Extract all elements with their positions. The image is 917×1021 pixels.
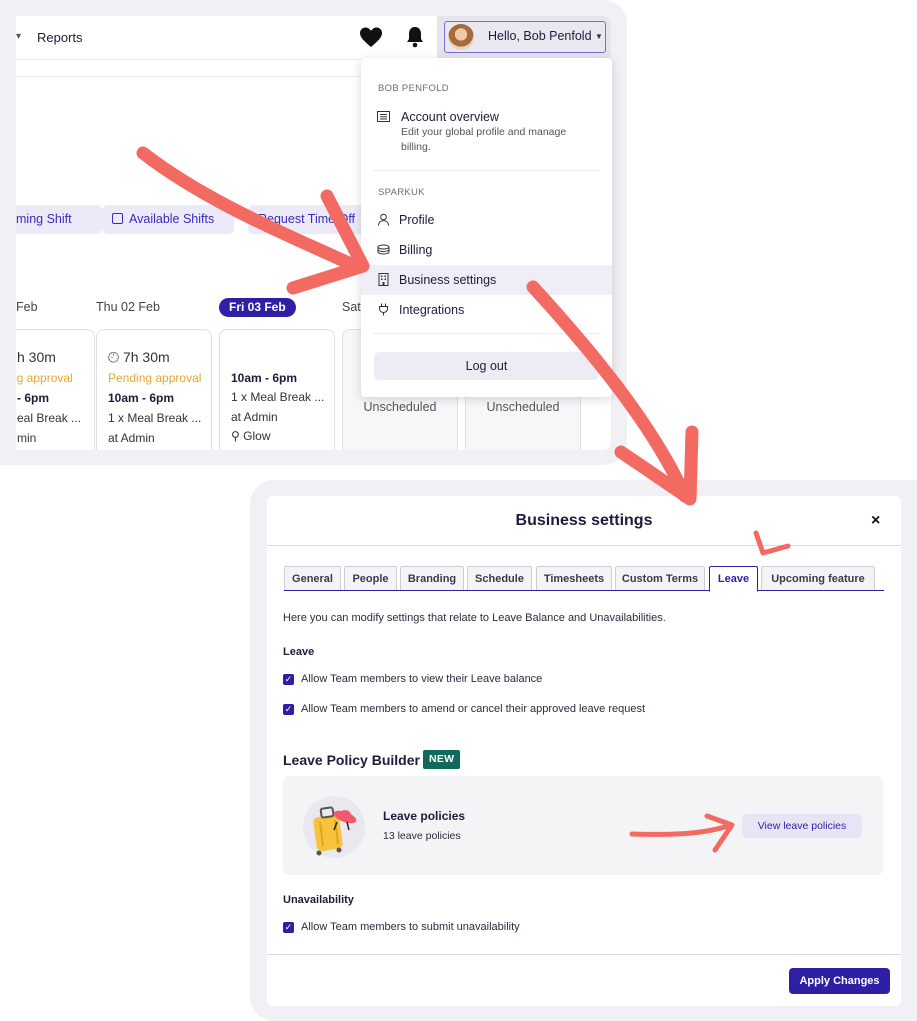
bell-icon[interactable] — [405, 25, 425, 49]
shift-status: Pending approval — [108, 371, 202, 385]
divider — [373, 333, 600, 334]
tab-schedule[interactable]: Schedule — [467, 566, 532, 590]
settings-tabs: General People Branding Schedule Timeshe… — [284, 566, 884, 592]
shift-site: ⚲ Glow — [231, 429, 270, 443]
close-icon[interactable]: × — [871, 512, 880, 530]
apply-changes-button[interactable]: Apply Changes — [789, 968, 890, 994]
unscheduled-label: Unscheduled — [363, 400, 437, 414]
request-time-off-button[interactable]: Request Time Off — [248, 205, 378, 234]
shift-duration-value: 7h 30m — [122, 349, 170, 365]
upcoming-shift-label: ming Shift — [16, 212, 72, 226]
leave-policies-title: Leave policies — [383, 809, 466, 823]
calendar-icon — [112, 213, 123, 224]
suitcase-illustration — [303, 796, 365, 858]
tab-people[interactable]: People — [344, 566, 397, 590]
user-menu: Hello, Bob Penfold ▼ — [437, 16, 611, 60]
billing-item[interactable]: Billing — [361, 235, 612, 265]
checkbox-checked[interactable]: ✓ — [283, 922, 294, 933]
shift-card[interactable]: 10am - 6pm 1 x Meal Break ... at Admin ⚲… — [219, 329, 335, 450]
profile-label: Profile — [399, 213, 435, 227]
caret-down-icon: ▼ — [595, 32, 603, 41]
user-menu-button[interactable]: Hello, Bob Penfold ▼ — [444, 21, 606, 53]
heart-icon[interactable] — [359, 26, 383, 48]
nav-reports-link[interactable]: Reports — [37, 30, 83, 45]
person-icon — [378, 213, 389, 226]
shift-location: at Admin — [231, 410, 278, 424]
shift-time: 10am - 6pm — [231, 371, 298, 385]
business-settings-item[interactable]: Business settings — [361, 265, 612, 295]
available-shifts-button[interactable]: Available Shifts — [102, 205, 234, 234]
shift-location: min — [17, 431, 37, 445]
location-pin-icon: ⚲ — [231, 429, 240, 443]
day-label-today[interactable]: Fri 03 Feb — [219, 298, 296, 317]
upcoming-shift-button[interactable]: ming Shift — [16, 205, 102, 234]
day-label: Feb — [16, 300, 38, 314]
dropdown-section-org: SPARKUK — [378, 187, 425, 198]
checkbox-label: Allow Team members to amend or cancel th… — [301, 703, 646, 715]
shift-time: - 6pm — [17, 391, 50, 405]
avatar — [448, 24, 474, 50]
checkbox-checked[interactable]: ✓ — [283, 674, 294, 685]
shift-card[interactable]: 🕘︎ 7h 30m Pending approval 10am - 6pm 1 … — [96, 329, 212, 450]
integrations-label: Integrations — [399, 303, 465, 317]
nav-dropdown-icon[interactable]: ▾ — [16, 31, 21, 42]
shift-duration: h 30m — [17, 349, 56, 365]
day-label: Thu 02 Feb — [96, 300, 160, 314]
tab-timesheets[interactable]: Timesheets — [536, 566, 612, 590]
leave-policies-panel: Leave policies 13 leave policies View le… — [283, 776, 883, 875]
leave-policy-builder-heading: Leave Policy Builder — [283, 752, 420, 768]
user-greeting: Hello, Bob Penfold — [488, 29, 592, 43]
top-navigation-bar: ▾ Reports Hello, Bob Penfold ▼ — [16, 16, 611, 60]
account-overview-description: Edit your global profile and manage bill… — [401, 126, 567, 153]
tab-custom-terms[interactable]: Custom Terms — [615, 566, 705, 590]
user-dropdown-menu: BOB PENFOLD Account overview Edit your g… — [361, 58, 612, 397]
list-icon — [377, 111, 390, 122]
logout-button[interactable]: Log out — [374, 352, 599, 380]
new-badge: NEW — [423, 750, 461, 769]
checkbox-label: Allow Team members to submit unavailabil… — [301, 921, 520, 933]
shift-status: ng approval — [16, 371, 73, 385]
leave-section-heading: Leave — [283, 646, 315, 658]
plug-icon — [379, 303, 388, 316]
leave-policies-count: 13 leave policies — [383, 830, 461, 842]
leave-intro-text: Here you can modify settings that relate… — [283, 612, 666, 624]
shift-break: 1 x Meal Break ... — [231, 390, 325, 404]
unavailability-section-heading: Unavailability — [283, 894, 354, 906]
request-time-off-label: Request Time Off — [258, 212, 356, 226]
dropdown-section-user: BOB PENFOLD — [378, 83, 449, 94]
checkbox-checked[interactable]: ✓ — [283, 704, 294, 715]
tab-branding[interactable]: Branding — [400, 566, 464, 590]
profile-item[interactable]: Profile — [361, 205, 612, 235]
billing-icon — [377, 244, 390, 255]
clock-icon: 🕘︎ — [108, 349, 120, 365]
tab-leave[interactable]: Leave — [709, 566, 758, 592]
shift-break: eal Break ... — [17, 411, 82, 425]
divider — [267, 545, 901, 546]
shift-card[interactable]: h 30m ng approval - 6pm eal Break ... mi… — [16, 329, 95, 450]
shift-location: at Admin — [108, 431, 155, 445]
divider — [267, 954, 901, 955]
available-shifts-label: Available Shifts — [129, 212, 215, 226]
building-icon — [378, 273, 389, 286]
view-leave-policies-button[interactable]: View leave policies — [742, 814, 862, 838]
day-label: Sat — [342, 300, 361, 314]
shift-duration: 🕘︎ 7h 30m — [108, 349, 170, 366]
checkbox-label: Allow Team members to view their Leave b… — [301, 673, 543, 685]
shift-time: 10am - 6pm — [108, 391, 175, 405]
billing-label: Billing — [399, 243, 433, 257]
divider — [373, 170, 600, 171]
business-settings-dialog: Business settings × General People Brand… — [267, 496, 901, 1006]
business-settings-label: Business settings — [399, 273, 497, 287]
integrations-item[interactable]: Integrations — [361, 295, 612, 325]
unscheduled-label: Unscheduled — [486, 400, 560, 414]
shift-break: 1 x Meal Break ... — [108, 411, 202, 425]
account-overview-label: Account overview — [401, 110, 499, 124]
tab-upcoming-feature[interactable]: Upcoming feature — [761, 566, 875, 590]
tab-general[interactable]: General — [284, 566, 341, 590]
shift-site-label: Glow — [243, 429, 271, 443]
dialog-title: Business settings — [515, 512, 653, 529]
